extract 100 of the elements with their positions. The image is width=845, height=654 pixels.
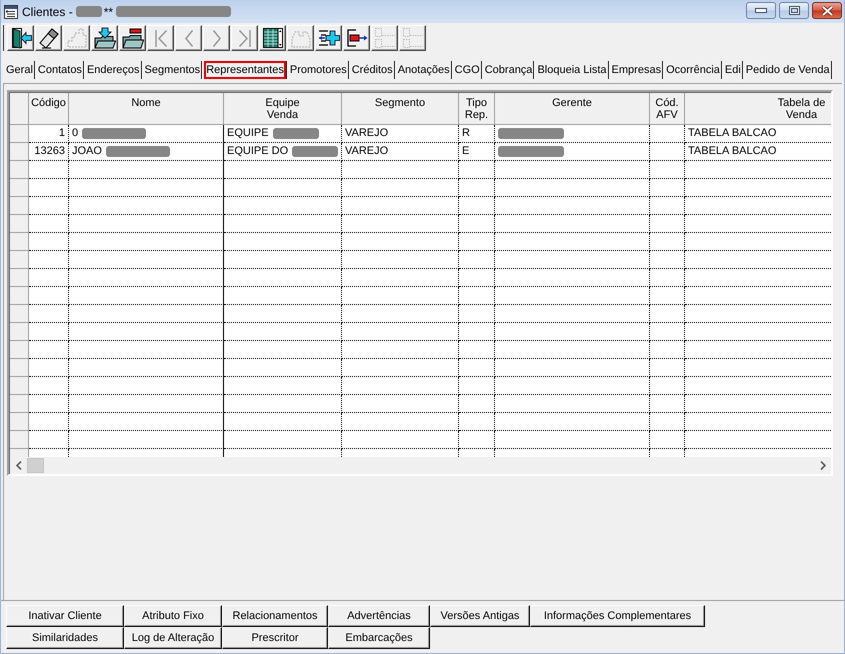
tab[interactable]: Pedido de Venda bbox=[744, 61, 831, 79]
cell-text: JOAO bbox=[72, 144, 102, 159]
column-header[interactable]: Nome bbox=[69, 93, 224, 125]
empty-cell bbox=[459, 359, 495, 377]
row-header-cell bbox=[10, 341, 29, 359]
tab[interactable]: Ocorrência bbox=[665, 61, 721, 79]
row-header-cell bbox=[10, 125, 29, 143]
tab[interactable]: Cobrança bbox=[484, 61, 534, 79]
action-button[interactable]: Inativar Cliente bbox=[6, 605, 124, 627]
tab[interactable]: Bloqueia Lista bbox=[536, 61, 608, 79]
empty-cell bbox=[459, 431, 495, 449]
toolbar-button[interactable] bbox=[315, 25, 342, 51]
empty-cell bbox=[650, 161, 685, 179]
action-button[interactable]: Atributo Fixo bbox=[124, 605, 222, 627]
toolbar-button[interactable] bbox=[35, 25, 62, 51]
grid-corner bbox=[10, 93, 29, 125]
tab[interactable]: Empresas bbox=[610, 61, 662, 79]
action-button[interactable]: Informações Complementares bbox=[530, 605, 705, 627]
close-button[interactable] bbox=[812, 2, 842, 19]
empty-cell bbox=[459, 305, 495, 323]
column-header[interactable]: Cód. AFV bbox=[650, 93, 685, 125]
empty-cell bbox=[650, 395, 685, 413]
table-cell: R bbox=[459, 125, 495, 143]
tab[interactable]: Geral bbox=[5, 61, 34, 79]
empty-cell bbox=[650, 233, 685, 251]
cell-text: EQUIPE bbox=[227, 126, 269, 141]
scrollbar-thumb[interactable] bbox=[27, 458, 44, 473]
table-grid-icon bbox=[262, 27, 284, 49]
maximize-button[interactable] bbox=[779, 2, 809, 19]
scroll-left-icon[interactable] bbox=[16, 461, 22, 470]
empty-cell bbox=[459, 413, 495, 431]
row-header-cell bbox=[10, 359, 29, 377]
tab[interactable]: Contatos bbox=[36, 61, 83, 79]
dashed-list-icon bbox=[402, 27, 424, 49]
folder-download-icon bbox=[94, 27, 116, 49]
toolbar-button[interactable] bbox=[119, 25, 146, 51]
empty-cell bbox=[650, 413, 685, 431]
action-button[interactable]: Prescritor bbox=[222, 627, 328, 649]
empty-cell bbox=[459, 287, 495, 305]
tab[interactable]: Créditos bbox=[350, 61, 394, 79]
action-button[interactable]: Embarcações bbox=[328, 627, 430, 649]
redaction-bar bbox=[76, 6, 102, 17]
empty-cell bbox=[459, 179, 495, 197]
row-header-cell bbox=[10, 377, 29, 395]
tab[interactable]: Representantes bbox=[204, 61, 286, 79]
row-header-cell bbox=[10, 323, 29, 341]
row-header-cell bbox=[10, 215, 29, 233]
minimize-button[interactable] bbox=[746, 2, 776, 19]
minimize-icon bbox=[755, 8, 767, 13]
empty-cell bbox=[459, 341, 495, 359]
empty-cell bbox=[650, 269, 685, 287]
empty-cell bbox=[650, 341, 685, 359]
column-header[interactable]: Equipe Venda bbox=[224, 93, 342, 125]
scroll-right-icon[interactable] bbox=[820, 461, 826, 470]
tab[interactable]: CGO bbox=[454, 61, 481, 79]
column-header[interactable]: Segmento bbox=[342, 93, 459, 125]
tab[interactable]: Edi bbox=[724, 61, 742, 79]
empty-cell bbox=[650, 197, 685, 215]
row-header-cell bbox=[10, 269, 29, 287]
empty-cell bbox=[650, 377, 685, 395]
empty-cell bbox=[459, 233, 495, 251]
dashed-list-icon bbox=[374, 27, 396, 49]
toolbar-button[interactable] bbox=[259, 25, 286, 51]
table-cell: VAREJO bbox=[342, 143, 459, 161]
column-header[interactable]: Código bbox=[29, 93, 69, 125]
row-header-cell bbox=[10, 143, 29, 161]
exit-door-icon bbox=[10, 27, 32, 49]
toolbar-button[interactable] bbox=[343, 25, 370, 51]
table-cell: 1 bbox=[29, 125, 69, 143]
column-header[interactable]: Tipo Rep. bbox=[459, 93, 495, 125]
horizontal-scrollbar[interactable] bbox=[10, 457, 831, 474]
tab[interactable]: Promotores bbox=[288, 61, 348, 79]
column-header[interactable]: Gerente bbox=[495, 93, 650, 125]
title-text: Clientes - bbox=[22, 4, 73, 18]
table-cell: VAREJO bbox=[342, 125, 459, 143]
tab[interactable]: Anotações bbox=[396, 61, 451, 79]
empty-cell bbox=[650, 251, 685, 269]
row-header-cell bbox=[10, 287, 29, 305]
tab[interactable]: Endereços bbox=[86, 61, 141, 79]
action-button[interactable]: Versões Antigas bbox=[430, 605, 530, 627]
toolbar-button[interactable] bbox=[7, 25, 34, 51]
action-button[interactable]: Advertências bbox=[328, 605, 430, 627]
remove-arrow-icon bbox=[346, 27, 368, 49]
toolbar-button[interactable] bbox=[91, 25, 118, 51]
table-cell: TABELA BALCAO bbox=[685, 143, 831, 161]
empty-cell bbox=[650, 359, 685, 377]
empty-cell bbox=[459, 269, 495, 287]
chevron-right-icon bbox=[212, 30, 220, 46]
column-header[interactable]: Tabela de Venda bbox=[685, 93, 831, 125]
cell-text: EQUIPE DO bbox=[227, 144, 288, 159]
empty-cell bbox=[650, 215, 685, 233]
tab[interactable]: Segmentos bbox=[144, 61, 202, 79]
maximize-icon bbox=[788, 6, 800, 15]
title-text: ** bbox=[104, 4, 114, 18]
action-button[interactable]: Similaridades bbox=[6, 627, 124, 649]
empty-cell bbox=[459, 251, 495, 269]
action-button[interactable]: Relacionamentos bbox=[222, 605, 328, 627]
action-button[interactable]: Log de Alteração bbox=[124, 627, 222, 649]
folder-minus-icon bbox=[122, 27, 144, 49]
empty-cell bbox=[650, 431, 685, 449]
